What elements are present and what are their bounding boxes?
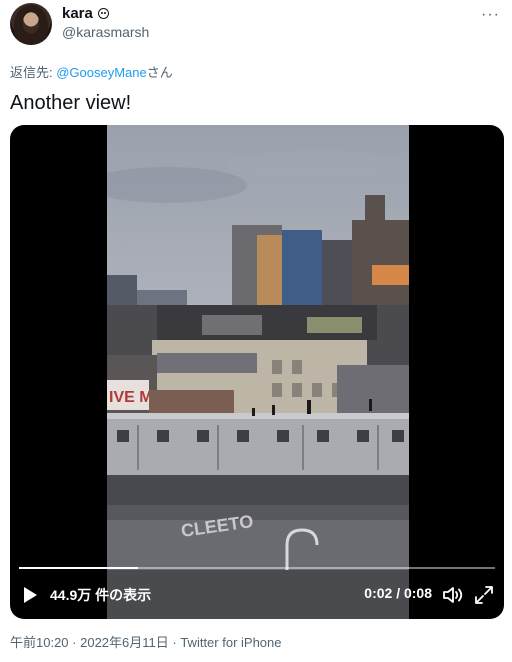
author-name-row[interactable]: kara	[62, 5, 109, 22]
author-handle[interactable]: @karasmarsh	[62, 24, 149, 40]
video-frame: IVE ME CLEETO	[107, 125, 409, 619]
author-display-name[interactable]: kara	[62, 5, 93, 22]
reply-mention-link[interactable]: @GooseyMane	[56, 65, 147, 80]
more-options-button[interactable]: ···	[481, 6, 500, 24]
tweet-source-app: Twitter for iPhone	[180, 635, 282, 650]
meta-separator: ·	[68, 635, 81, 650]
meta-separator-2: ·	[168, 635, 181, 650]
video-progress-fill	[19, 567, 138, 569]
play-icon[interactable]	[24, 587, 37, 603]
volume-icon[interactable]	[442, 585, 464, 605]
tweet-time[interactable]: 午前10:20	[10, 635, 69, 650]
avatar[interactable]	[10, 3, 52, 45]
video-still-image: IVE ME CLEETO	[107, 125, 409, 619]
video-progress-bar[interactable]	[19, 567, 495, 569]
reply-prefix: 返信先:	[10, 65, 57, 80]
reply-suffix: さん	[146, 65, 173, 80]
tweet-date[interactable]: 2022年6月11日	[80, 635, 169, 650]
reply-context: 返信先: @GooseyManeさん	[10, 62, 173, 81]
video-time: 0:02 / 0:08	[364, 585, 432, 601]
video-view-count: 44.9万 件の表示	[50, 587, 152, 603]
fullscreen-icon[interactable]	[474, 585, 494, 605]
tweet-meta: 午前10:20 · 2022年6月11日 · Twitter for iPhon…	[10, 632, 281, 651]
tweet-text: Another view!	[10, 92, 132, 114]
video-player[interactable]: IVE ME CLEETO 44.9万 件の表示 0:02 / 0:08	[10, 125, 504, 619]
video-controls: 44.9万 件の表示 0:02 / 0:08	[10, 547, 504, 619]
smile-icon	[97, 8, 109, 19]
